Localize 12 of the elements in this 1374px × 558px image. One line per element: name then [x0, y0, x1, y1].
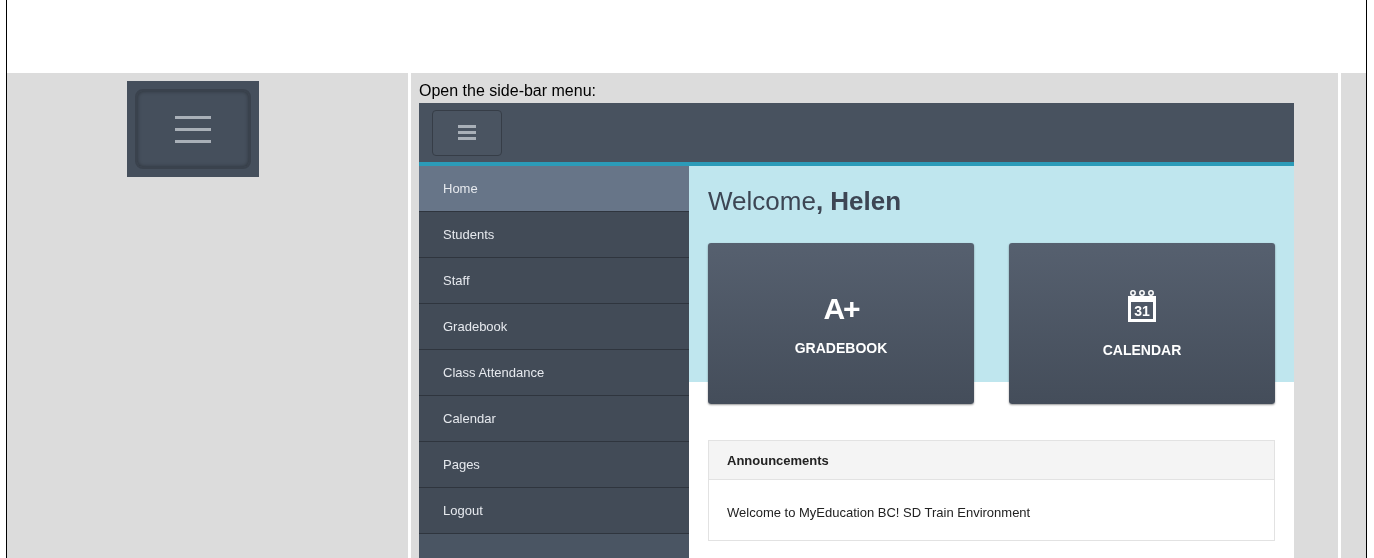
- menu-button[interactable]: [432, 109, 502, 156]
- menu-icon: [458, 125, 476, 140]
- dashboard-tile[interactable]: 31 CALENDAR: [1009, 243, 1275, 404]
- announcement-text: Welcome to MyEducation BC! SD Train Environment: [726, 504, 1032, 522]
- instruction-text: Open the side-bar menu:: [419, 81, 597, 101]
- panel-title: Announcements: [709, 441, 1274, 480]
- welcome-heading: Welcome, Helen: [708, 186, 903, 218]
- dashboard-tile[interactable]: A+ GRADEBOOK: [708, 243, 974, 404]
- grade-glyph: A+: [823, 291, 859, 326]
- menu-button[interactable]: [126, 81, 259, 177]
- sidebar-item[interactable]: Home: [419, 166, 689, 212]
- menu-icon: [174, 115, 211, 143]
